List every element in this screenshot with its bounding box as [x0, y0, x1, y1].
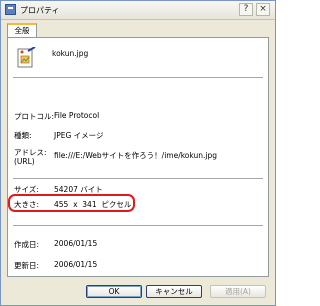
created-label: 作成日: [14, 240, 40, 249]
protocol-value: File Protocol [54, 111, 100, 120]
close-button[interactable]: × [256, 3, 270, 16]
created-value: 2006/01/15 [54, 239, 98, 248]
type-value: JPEG イメージ [54, 131, 104, 140]
divider [13, 225, 263, 227]
type-label: 種類: [14, 131, 32, 140]
divider [13, 178, 263, 180]
dimensions-label: 大きさ: [14, 200, 40, 209]
help-button[interactable]: ? [239, 3, 253, 16]
ok-button[interactable]: OK [86, 285, 142, 298]
updated-value: 2006/01/15 [54, 260, 98, 269]
address-label: アドレス: (URL) [14, 148, 47, 166]
updated-label: 更新日: [14, 261, 40, 270]
title-bar[interactable]: プロパティ ? × [1, 1, 275, 20]
address-value: file:///E:/Webサイトを作ろう！/ime/kokun.jpg [54, 151, 218, 160]
properties-icon [5, 4, 16, 15]
general-panel: kokun.jpg プロトコル: File Protocol 種類: JPEG … [7, 37, 269, 277]
apply-button[interactable]: 適用(A) [210, 285, 266, 298]
protocol-label: プロトコル: [14, 112, 55, 121]
divider [13, 77, 263, 79]
properties-dialog: プロパティ ? × 全般 kokun.jpg プロトコル: File Proto… [0, 0, 276, 306]
cancel-button[interactable]: キャンセル [146, 285, 202, 298]
file-name: kokun.jpg [52, 49, 89, 58]
tab-general[interactable]: 全般 [7, 23, 37, 38]
dimensions-value: 455 x 341 ピクセル [54, 200, 132, 209]
window-title: プロパティ [20, 6, 60, 15]
jpeg-file-icon [17, 47, 36, 68]
